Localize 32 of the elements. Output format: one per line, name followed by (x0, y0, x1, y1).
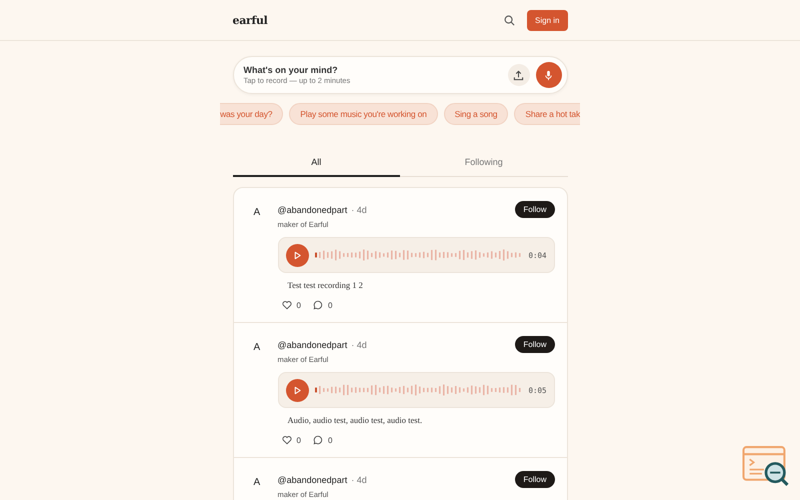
comment-button[interactable]: 0 (312, 435, 332, 445)
follow-button[interactable]: Follow (515, 201, 554, 218)
microphone-icon (543, 70, 554, 80)
logo[interactable]: earful (232, 14, 268, 26)
post-age: · 4d (351, 340, 368, 350)
play-button[interactable] (286, 244, 308, 266)
username[interactable]: @abandonedpart (278, 204, 348, 214)
composer-title: What's on your mind? (244, 65, 339, 75)
like-button[interactable]: 0 (282, 300, 301, 310)
caption-text: Test test recording 1 2 (288, 280, 364, 290)
username[interactable]: @abandonedpart (278, 474, 348, 484)
feed-tab[interactable]: Following (400, 154, 568, 177)
follow-button[interactable]: Follow (515, 336, 554, 353)
play-icon (292, 386, 302, 394)
record-button[interactable] (536, 62, 562, 88)
post-age: · 4d (351, 204, 368, 214)
play-button[interactable] (286, 378, 308, 402)
upload-button[interactable] (508, 64, 530, 86)
avatar[interactable]: A (254, 201, 264, 310)
search-icon[interactable] (504, 14, 516, 26)
play-icon (292, 250, 302, 260)
avatar[interactable]: A (254, 471, 264, 499)
upload-icon (513, 70, 524, 80)
post-age: · 4d (351, 474, 368, 484)
avatar[interactable]: A (254, 336, 264, 445)
feed-tab[interactable]: All (232, 154, 400, 177)
comment-button[interactable]: 0 (312, 300, 332, 310)
like-button[interactable]: 0 (282, 435, 301, 445)
caption-text: Audio, audio test, audio test, audio test. (288, 415, 424, 425)
follow-button[interactable]: Follow (515, 471, 554, 488)
sign-in-button[interactable]: Sign in (527, 10, 568, 30)
username[interactable]: @abandonedpart (278, 340, 348, 350)
